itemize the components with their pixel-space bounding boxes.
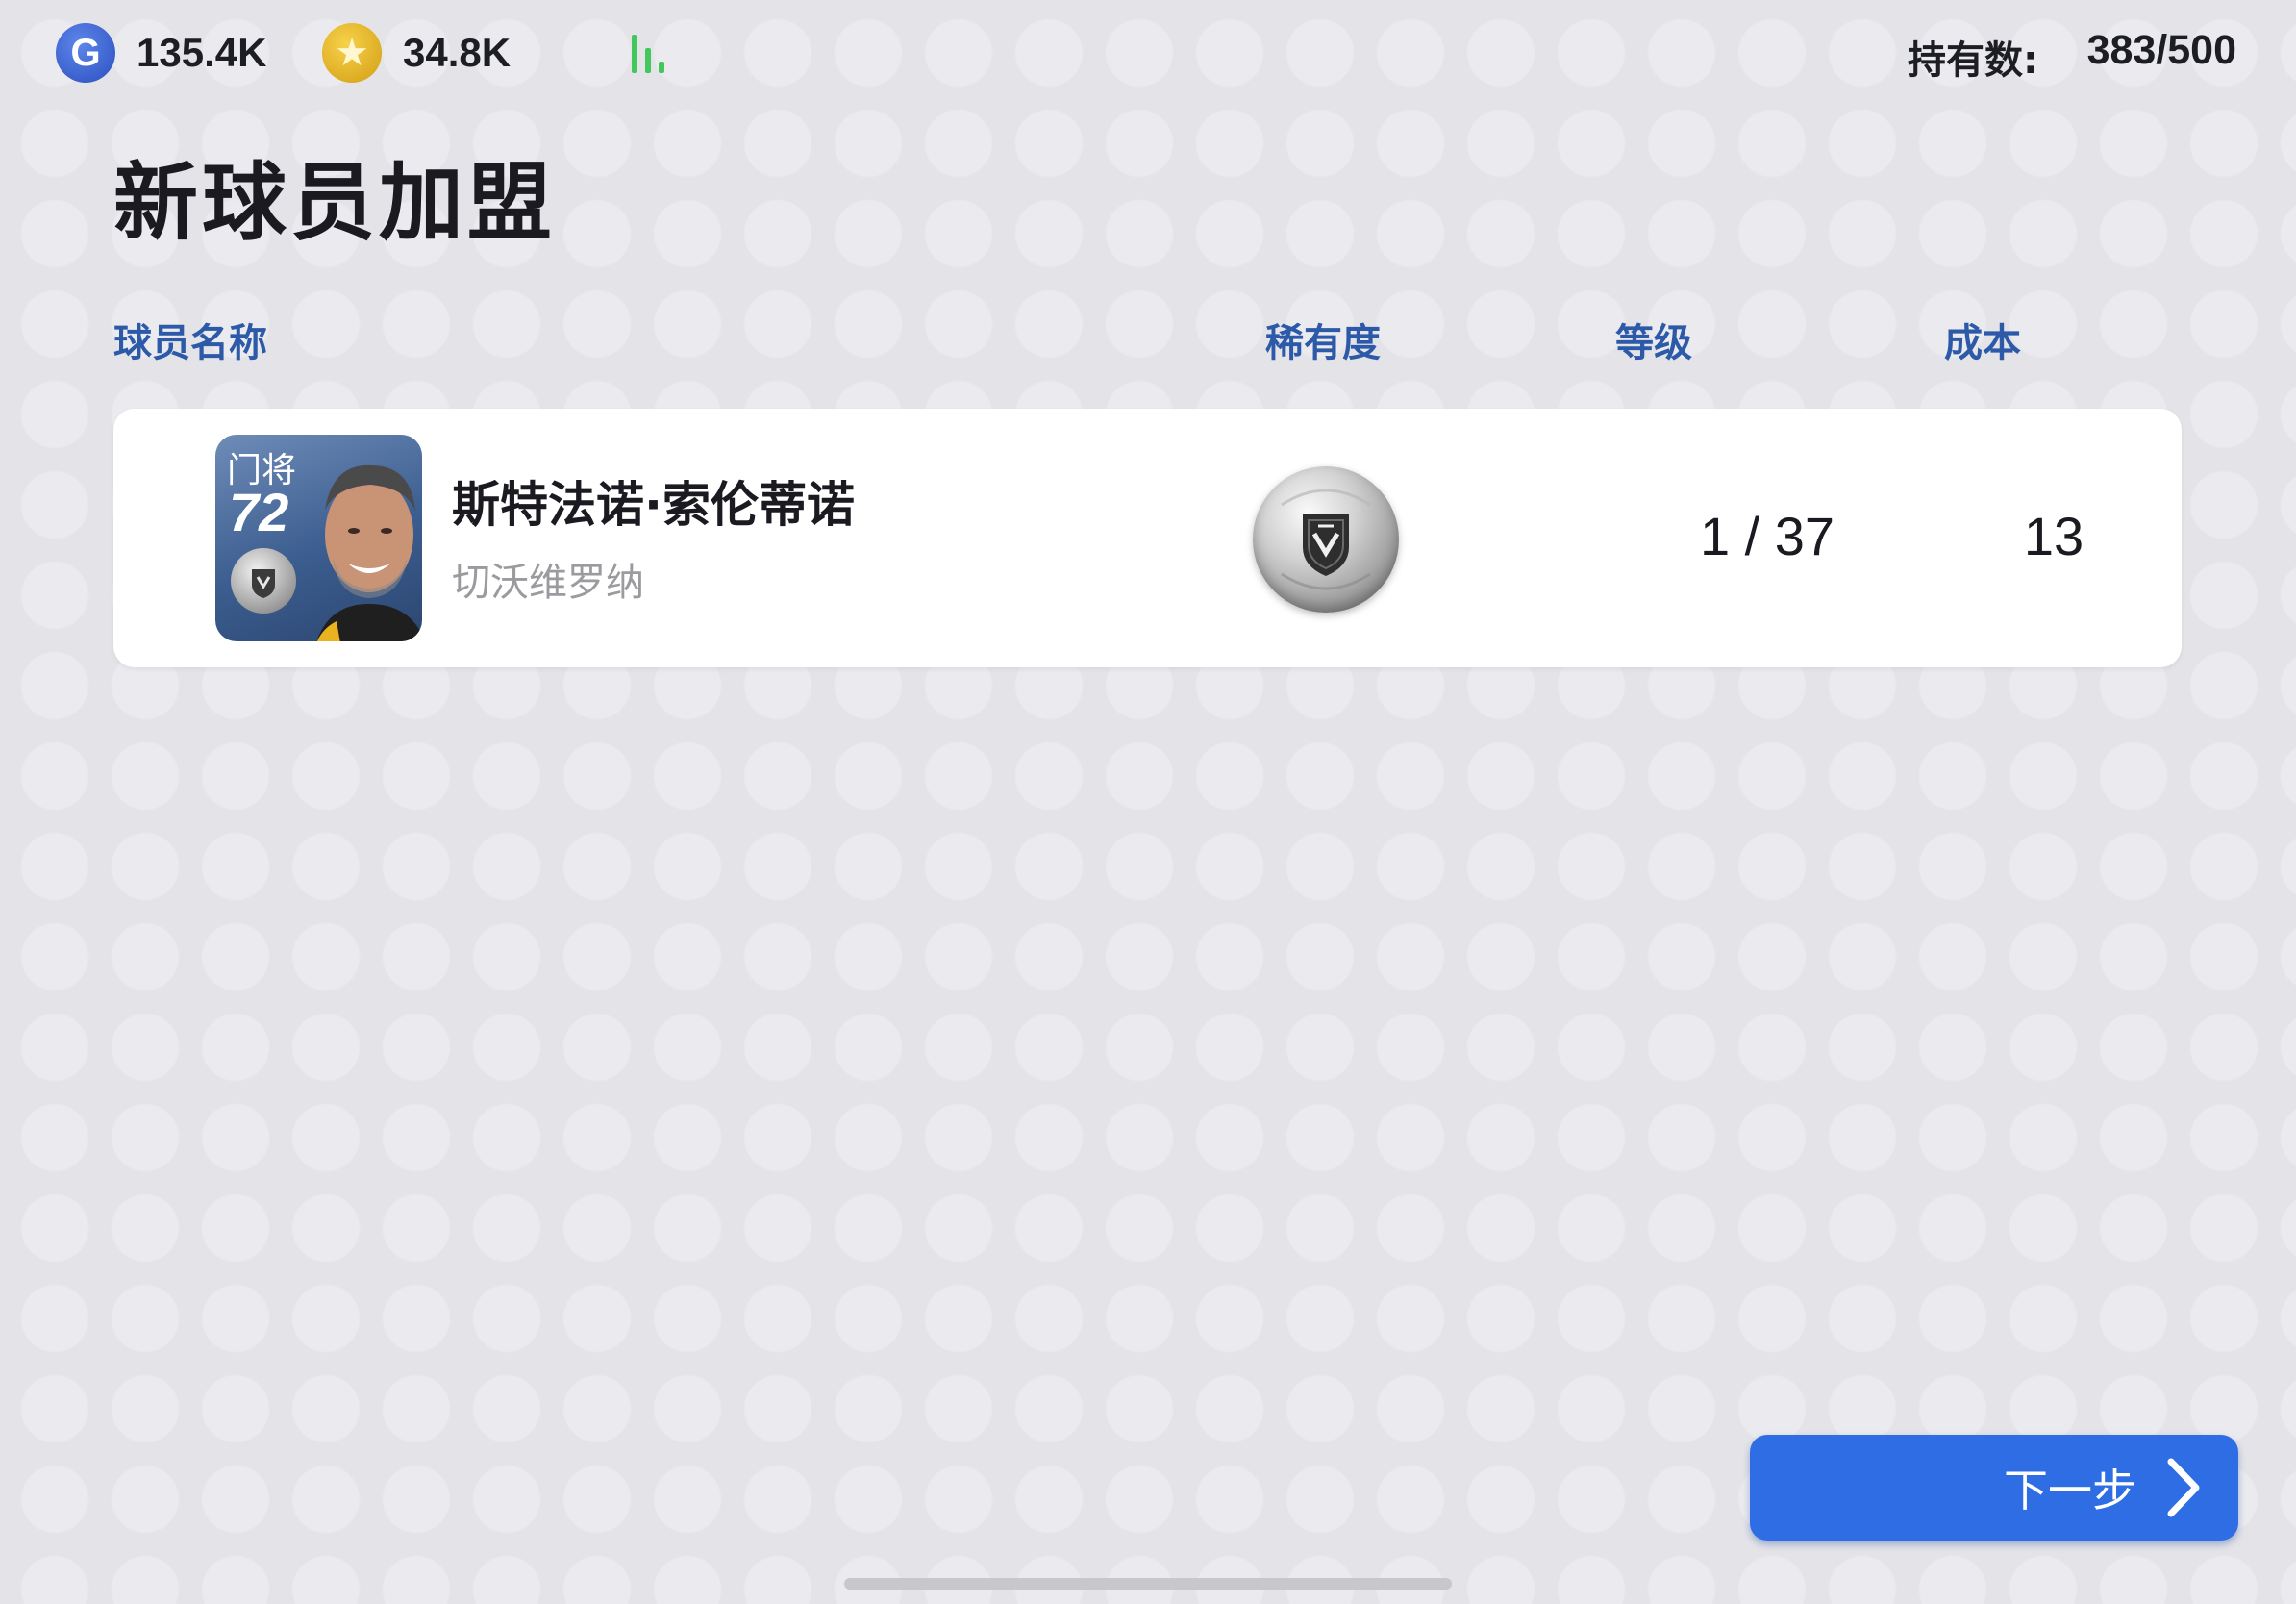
- holdings-label: 持有数:: [1908, 38, 2038, 83]
- thumbnail-rarity-badge-icon: [231, 548, 296, 614]
- page-title: 新球员加盟: [113, 153, 557, 252]
- coin-currency[interactable]: ★ 34.8K: [322, 23, 511, 83]
- player-row[interactable]: 门将 72 斯特法诺·索伦蒂诺 切沃维罗纳 1 / 37 13: [113, 409, 2182, 667]
- column-header-level: 等级: [1615, 321, 1692, 365]
- next-step-label: 下一步: [2004, 1465, 2136, 1516]
- player-rating: 72: [229, 482, 289, 542]
- coin-value: 34.8K: [403, 30, 512, 75]
- player-name: 斯特法诺·索伦蒂诺: [452, 477, 855, 533]
- player-level: 1 / 37: [1699, 506, 1835, 566]
- column-header-rarity: 稀有度: [1265, 321, 1381, 365]
- home-indicator[interactable]: [844, 1578, 1452, 1590]
- gp-value: 135.4K: [137, 30, 267, 75]
- column-header-cost: 成本: [1944, 321, 2021, 365]
- silver-ball-icon: [1253, 466, 1399, 613]
- player-cost: 13: [2023, 506, 2084, 566]
- chevron-right-icon: [2167, 1458, 2200, 1517]
- player-club: 切沃维罗纳: [452, 561, 644, 605]
- top-status-bar: G 135.4K ★ 34.8K 持有数: 383/500: [0, 0, 2296, 106]
- holdings-value: 383/500: [2086, 27, 2236, 73]
- next-step-button[interactable]: 下一步: [1750, 1435, 2238, 1541]
- star-coin-icon: ★: [322, 23, 382, 83]
- gp-coin-icon: G: [56, 23, 115, 83]
- player-portrait-icon: [316, 464, 422, 641]
- gp-currency[interactable]: G 135.4K: [56, 23, 266, 83]
- signal-bars-icon: [630, 33, 678, 73]
- player-card-thumbnail[interactable]: 门将 72: [215, 435, 422, 641]
- column-header-name: 球员名称: [113, 321, 267, 365]
